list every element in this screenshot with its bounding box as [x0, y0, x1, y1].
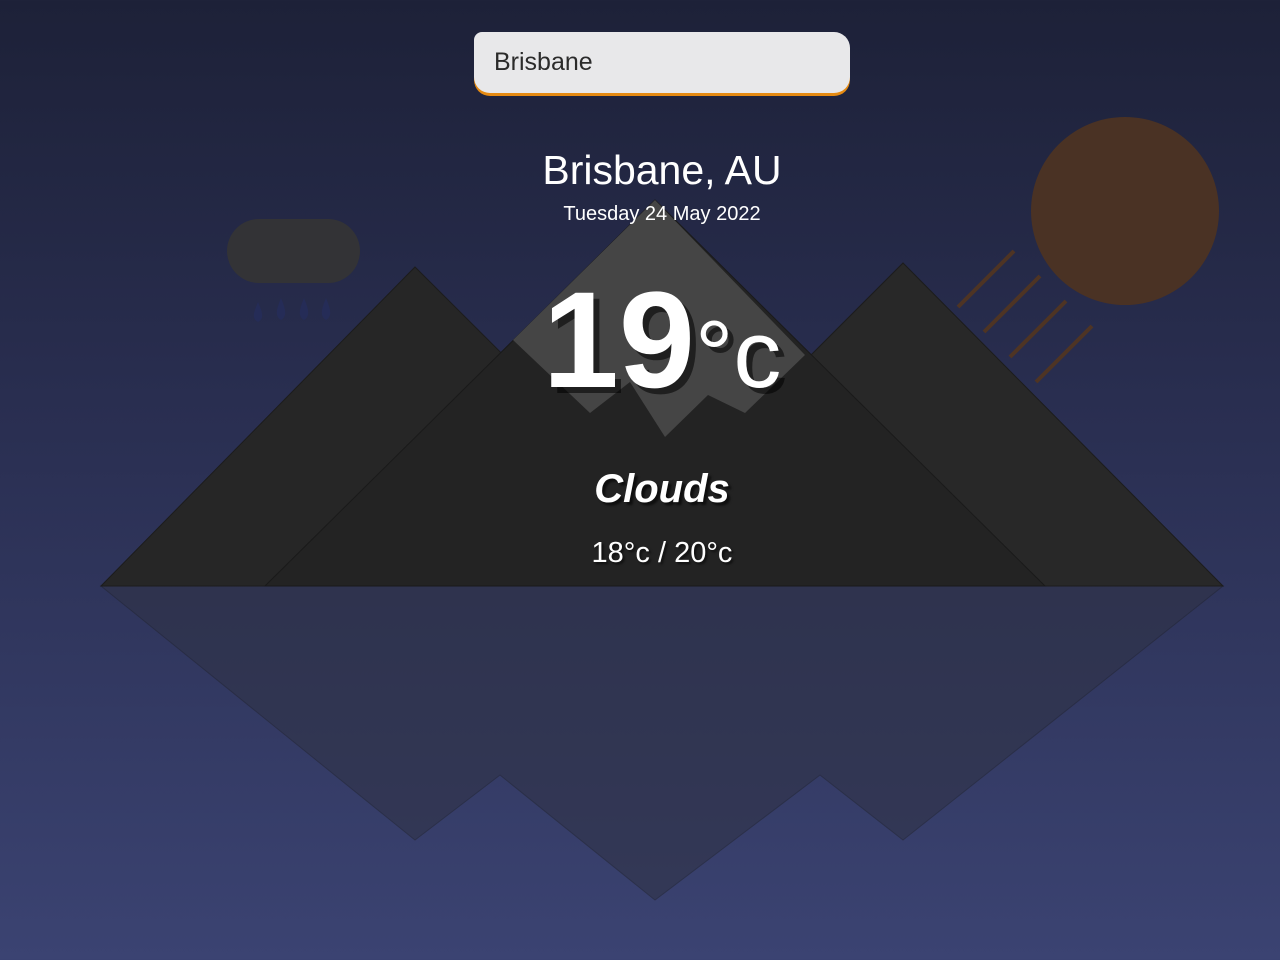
date-label: Tuesday 24 May 2022 [563, 203, 761, 225]
location-title: Brisbane, AU [542, 147, 782, 193]
temperature-range: 18°c / 20°c [591, 537, 733, 569]
temperature-unit: °c [695, 301, 782, 408]
weather-condition: Clouds [594, 467, 730, 511]
current-temperature: 19°c [0, 272, 1280, 409]
mountain-reflection [99, 585, 1225, 901]
temperature-value: 19 [542, 264, 695, 417]
search-input[interactable] [474, 32, 850, 93]
search-box[interactable] [474, 32, 850, 93]
